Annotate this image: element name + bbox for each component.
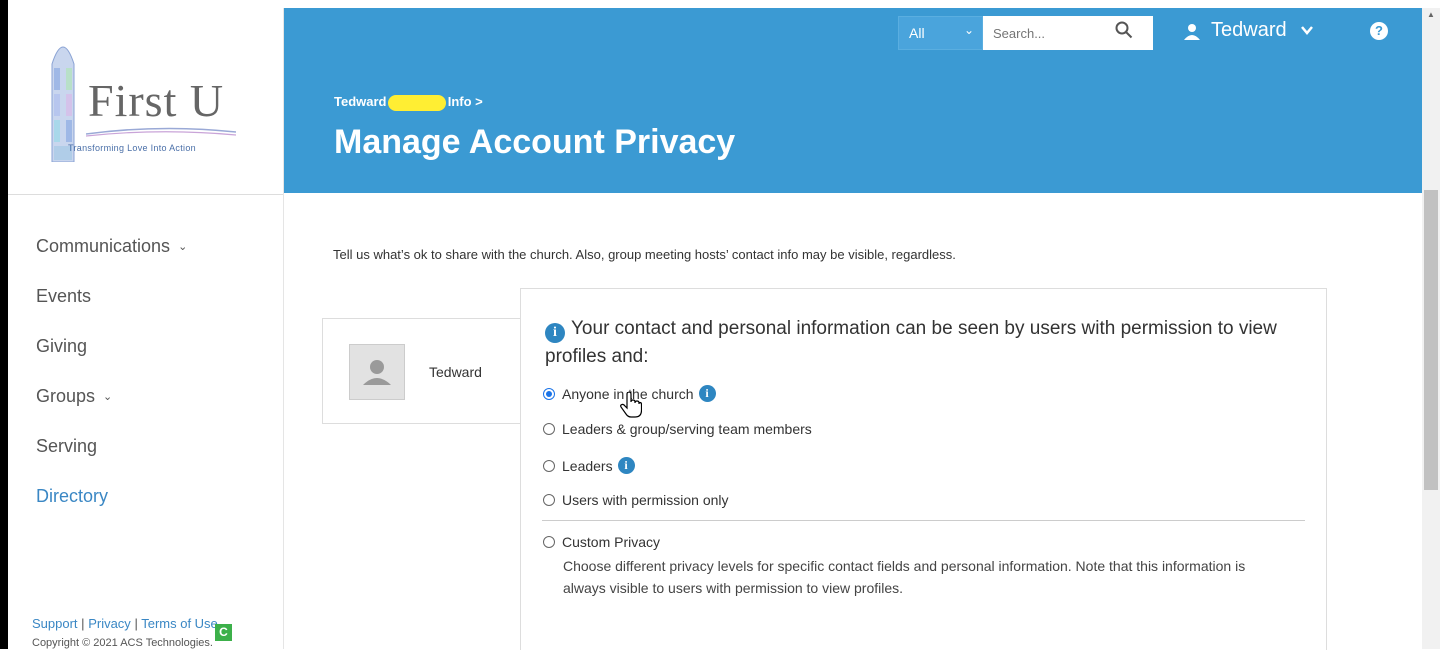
breadcrumb: Tedward Info >: [334, 94, 483, 111]
user-name: Tedward: [1211, 19, 1287, 41]
logo-swoosh: [86, 127, 236, 137]
help-icon[interactable]: ?: [1370, 22, 1388, 40]
footer-links: Support | Privacy | Terms of Use: [32, 616, 218, 631]
terms-link[interactable]: Terms of Use: [141, 616, 218, 631]
right-border: [1440, 0, 1447, 649]
sidebar-footer: Support | Privacy | Terms of Use Copyrig…: [32, 616, 218, 649]
logo[interactable]: First U Transforming Love Into Action: [8, 8, 283, 195]
page-title: Manage Account Privacy: [334, 123, 736, 161]
info-icon[interactable]: i: [698, 385, 716, 402]
option-leaders-members[interactable]: Leaders & group/serving team members: [543, 421, 812, 437]
sidebar-item-directory[interactable]: Directory: [8, 471, 283, 521]
privacy-link[interactable]: Privacy: [88, 616, 131, 631]
hand-cursor-icon: [620, 392, 642, 418]
search-scope-select[interactable]: All ⌄: [898, 16, 983, 50]
sidebar-item-communications[interactable]: Communications ⌄: [8, 221, 283, 271]
sidebar-item-groups[interactable]: Groups ⌄: [8, 371, 283, 421]
radio-anyone[interactable]: [543, 387, 555, 400]
sidebar-nav: Communications ⌄ Events Giving Groups ⌄ …: [8, 195, 283, 521]
breadcrumb-user[interactable]: Tedward: [334, 94, 387, 109]
sidebar-item-label: Events: [36, 285, 92, 306]
radio-leaders[interactable]: [543, 459, 555, 472]
header: All ⌄ Tedward ? Tedward Info > Manage Ac…: [284, 8, 1422, 193]
chevron-down-icon: ⌄: [178, 240, 188, 253]
radio-permission-only[interactable]: [543, 494, 555, 506]
profile-name: Tedward: [429, 364, 482, 380]
sidebar-item-label: Giving: [36, 335, 88, 356]
privacy-heading: i Your contact and personal information c…: [545, 315, 1305, 370]
sidebar-item-label: Serving: [36, 435, 98, 456]
scrollbar-thumb[interactable]: [1424, 190, 1438, 490]
info-icon[interactable]: i: [617, 457, 635, 474]
logo-text: First U: [88, 75, 225, 126]
separator: |: [81, 616, 85, 631]
option-label: Custom Privacy: [562, 534, 661, 550]
chevron-down-icon: ⌄: [963, 23, 974, 37]
profile-card: Tedward: [322, 318, 524, 424]
option-permission-only[interactable]: Users with permission only: [543, 492, 729, 508]
sidebar-item-label: Communications: [36, 235, 171, 256]
scroll-up-icon[interactable]: ▲: [1427, 10, 1435, 19]
sidebar-item-label: Groups: [36, 385, 96, 406]
support-link[interactable]: Support: [32, 616, 78, 631]
avatar: [349, 344, 405, 400]
redaction-highlight: [388, 94, 447, 111]
left-border: [0, 0, 8, 649]
option-leaders[interactable]: Leaders i: [543, 457, 635, 474]
custom-privacy-description: Choose different privacy levels for spec…: [563, 558, 1246, 596]
user-icon: [1184, 23, 1200, 40]
sidebar-item-serving[interactable]: Serving: [8, 421, 283, 471]
chevron-down-icon: [1300, 26, 1313, 35]
sidebar-item-giving[interactable]: Giving: [8, 321, 283, 371]
info-icon: i: [545, 323, 565, 343]
search-icon[interactable]: [1115, 21, 1133, 39]
sidebar-item-label: Directory: [36, 485, 109, 506]
intro-text: Tell us what’s ok to share with the chur…: [333, 247, 956, 262]
user-menu[interactable]: Tedward: [1183, 19, 1313, 42]
sidebar: First U Transforming Love Into Action Co…: [8, 8, 284, 649]
search-scope-value: All: [909, 25, 925, 41]
radio-custom-privacy[interactable]: [543, 536, 555, 548]
sidebar-item-events[interactable]: Events: [8, 271, 283, 321]
option-custom-privacy[interactable]: Custom Privacy: [543, 534, 660, 550]
avatar-placeholder-icon: [363, 360, 391, 385]
divider: [542, 520, 1305, 521]
privacy-card: i Your contact and personal information c…: [520, 288, 1327, 650]
radio-leaders-members[interactable]: [543, 423, 555, 435]
option-label: Leaders: [562, 457, 613, 474]
chat-badge-icon[interactable]: C: [215, 624, 232, 641]
copyright: Copyright © 2021 ACS Technologies.: [32, 637, 213, 649]
privacy-heading-text: Your contact and personal information ca…: [545, 318, 1277, 367]
option-label: Leaders & group/serving team members: [562, 421, 812, 437]
breadcrumb-info[interactable]: Info >: [448, 94, 483, 109]
option-label: Users with permission only: [562, 492, 729, 508]
logo-tagline: Transforming Love Into Action: [68, 143, 196, 153]
chevron-down-icon: ⌄: [103, 390, 113, 403]
separator: |: [134, 616, 138, 631]
